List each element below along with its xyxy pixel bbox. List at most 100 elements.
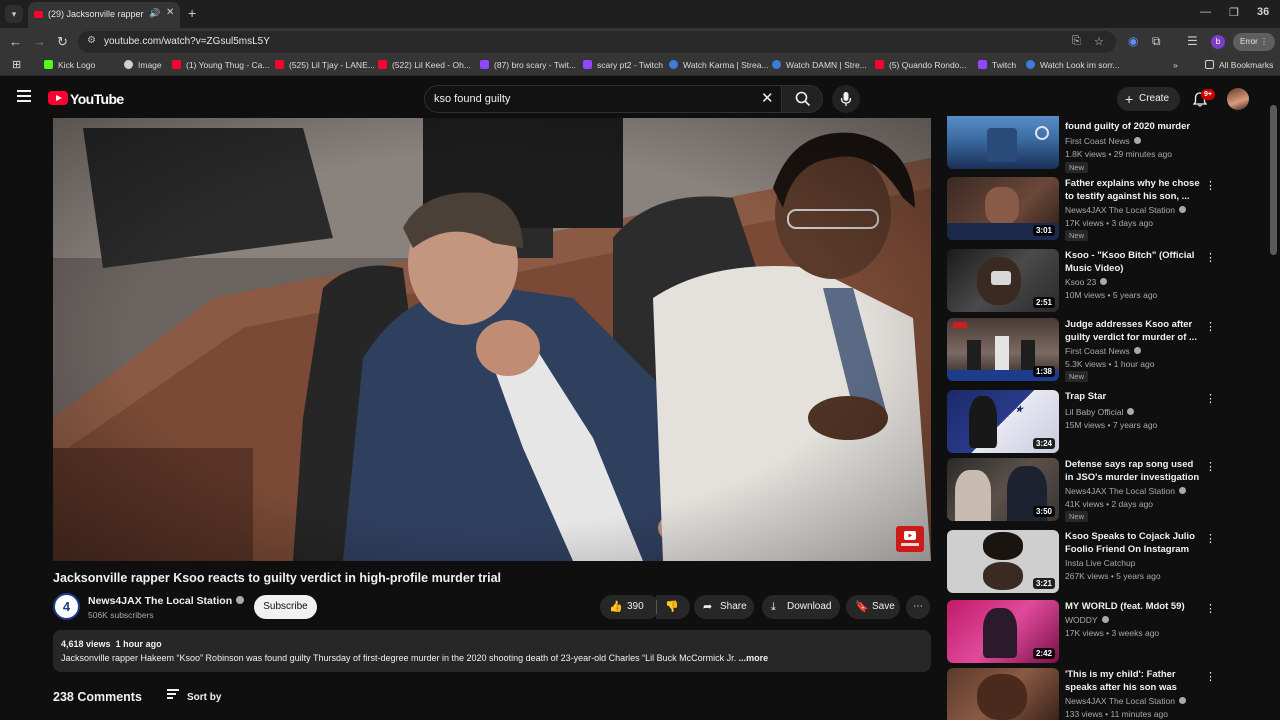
- voice-search-button[interactable]: [832, 85, 860, 113]
- account-avatar[interactable]: [1227, 88, 1249, 110]
- bookmark-item[interactable]: Watch DAMN | Stre...: [772, 60, 867, 70]
- bookmark-item[interactable]: (5) Quando Rondo...: [875, 60, 967, 70]
- bookmark-item[interactable]: Kick Logo: [44, 60, 95, 70]
- recommended-title[interactable]: 'This is my child': Father speaks after …: [1065, 668, 1203, 694]
- bookmark-item[interactable]: (525) Lil Tjay - LANE...: [275, 60, 375, 70]
- recommended-title[interactable]: MY WORLD (feat. Mdot 59): [1065, 600, 1203, 613]
- reload-icon[interactable]: ↻: [57, 34, 68, 50]
- install-app-icon[interactable]: ⎘: [1072, 35, 1081, 48]
- channel-avatar[interactable]: 4: [53, 593, 80, 620]
- new-tab-plus-icon[interactable]: +: [188, 5, 196, 21]
- more-vertical-icon[interactable]: ⋮: [1205, 602, 1216, 615]
- recommended-title[interactable]: Trap Star: [1065, 390, 1203, 403]
- recommended-video[interactable]: found guilty of 2020 murder First Coast …: [947, 116, 1215, 182]
- address-bar[interactable]: ⚙ youtube.com/watch?v=ZGsul5msL5Y ⎘ ☆: [78, 31, 1116, 53]
- speaker-icon[interactable]: 🔊: [149, 8, 160, 19]
- page-scrollbar[interactable]: [1270, 105, 1277, 255]
- video-thumbnail[interactable]: 2:42: [947, 600, 1059, 663]
- recommended-video[interactable]: 'This is my child': Father speaks after …: [947, 668, 1216, 720]
- error-button[interactable]: Error ⋮: [1233, 33, 1275, 51]
- recommended-title[interactable]: Judge addresses Ksoo after guilty verdic…: [1065, 318, 1203, 344]
- bookmark-item[interactable]: Image: [124, 60, 162, 70]
- video-player[interactable]: [53, 118, 931, 561]
- search-query[interactable]: kso found guilty: [434, 93, 510, 105]
- bookmark-item[interactable]: (522) Lil Keed - Oh...: [378, 60, 471, 70]
- extensions-puzzle-icon[interactable]: ⧉: [1152, 34, 1161, 49]
- youtube-logo-icon[interactable]: [48, 91, 68, 105]
- recommended-video[interactable]: 3:01 Father explains why he chose to tes…: [947, 177, 1216, 243]
- description-box[interactable]: 4,618 views 1 hour ago Jacksonville rapp…: [53, 630, 931, 672]
- profile-avatar[interactable]: b: [1211, 35, 1225, 49]
- hamburger-menu-icon[interactable]: [17, 90, 31, 105]
- restore-icon[interactable]: ❐: [1229, 6, 1239, 19]
- subscribe-button[interactable]: Subscribe: [254, 595, 317, 619]
- recommended-channel[interactable]: WODDY: [1065, 615, 1109, 625]
- channel-watermark-subscribe-icon[interactable]: [896, 526, 924, 552]
- more-vertical-icon[interactable]: ⋮: [1205, 179, 1216, 192]
- sort-comments-button[interactable]: Sort by: [167, 689, 221, 703]
- video-thumbnail[interactable]: 1:38: [947, 318, 1059, 381]
- extension-audio-icon[interactable]: ◉: [1128, 34, 1138, 48]
- more-vertical-icon[interactable]: ⋮: [1205, 532, 1216, 545]
- video-thumbnail[interactable]: 3:50: [947, 458, 1059, 521]
- apps-grid-icon[interactable]: ⊞: [12, 58, 21, 71]
- recommended-channel[interactable]: Insta Live Catchup: [1065, 558, 1135, 568]
- bookmarks-overflow-icon[interactable]: »: [1173, 60, 1178, 70]
- channel-name[interactable]: News4JAX The Local Station: [88, 595, 245, 607]
- video-thumbnail[interactable]: 3:21: [947, 530, 1059, 593]
- clear-search-icon[interactable]: ✕: [761, 89, 774, 107]
- recommended-channel[interactable]: First Coast News: [1065, 346, 1141, 356]
- share-button[interactable]: ➦ Share: [694, 595, 754, 619]
- video-thumbnail[interactable]: 2:51: [947, 249, 1059, 312]
- minimize-icon[interactable]: —: [1200, 6, 1211, 18]
- save-button[interactable]: 🔖 Save: [846, 595, 900, 619]
- browser-tab-active[interactable]: (29) Jacksonville rapper Ksoo 🔊 ✕: [28, 2, 180, 28]
- more-vertical-icon[interactable]: ⋮: [1205, 460, 1216, 473]
- recommended-channel[interactable]: Ksoo 23: [1065, 277, 1108, 287]
- bookmark-item[interactable]: (1) Young Thug - Ca...: [172, 60, 269, 70]
- create-button[interactable]: + Create: [1117, 87, 1180, 111]
- bookmark-star-icon[interactable]: ☆: [1094, 35, 1104, 48]
- site-info-icon[interactable]: ⚙: [87, 35, 96, 46]
- recommended-video[interactable]: 2:42 MY WORLD (feat. Mdot 59) WODDY 17K …: [947, 600, 1216, 666]
- bookmark-item[interactable]: (87) bro scary - Twit...: [480, 60, 576, 70]
- bookmark-item[interactable]: Watch Karma | Strea...: [669, 60, 769, 70]
- more-vertical-icon[interactable]: ⋮: [1205, 392, 1216, 405]
- recommended-channel[interactable]: Lil Baby Official: [1065, 407, 1135, 417]
- recommended-title[interactable]: Defense says rap song used in JSO's murd…: [1065, 458, 1203, 484]
- recommended-video[interactable]: 3:50 Defense says rap song used in JSO's…: [947, 458, 1216, 524]
- recommended-video[interactable]: ★ 3:24 Trap Star Lil Baby Official 15M v…: [947, 390, 1216, 456]
- search-button[interactable]: [781, 85, 823, 113]
- bookmark-item[interactable]: scary pt2 - Twitch: [583, 60, 663, 70]
- reading-list-icon[interactable]: ☰: [1187, 34, 1198, 48]
- recommended-video[interactable]: 2:51 Ksoo - "Ksoo Bitch" (Official Music…: [947, 249, 1216, 315]
- url-text[interactable]: youtube.com/watch?v=ZGsul5msL5Y: [104, 36, 270, 47]
- recommended-title[interactable]: Ksoo Speaks to Cojack Julio Foolio Frien…: [1065, 530, 1203, 556]
- video-thumbnail[interactable]: [947, 116, 1059, 169]
- recommended-title[interactable]: found guilty of 2020 murder: [1065, 120, 1203, 133]
- recommended-channel[interactable]: First Coast News: [1065, 136, 1141, 146]
- dislike-button[interactable]: 👎: [656, 595, 690, 619]
- more-vertical-icon[interactable]: ⋮: [1205, 320, 1216, 333]
- recommended-channel[interactable]: News4JAX The Local Station: [1065, 696, 1186, 706]
- recommended-title[interactable]: Ksoo - "Ksoo Bitch" (Official Music Vide…: [1065, 249, 1203, 275]
- tab-search-button[interactable]: ▾: [5, 5, 23, 23]
- like-button[interactable]: 👍 390: [600, 595, 660, 619]
- back-arrow-icon[interactable]: ←: [9, 34, 22, 49]
- recommended-video[interactable]: 1:38 Judge addresses Ksoo after guilty v…: [947, 318, 1216, 384]
- tab-close-icon[interactable]: ✕: [166, 7, 174, 18]
- video-thumbnail[interactable]: [947, 668, 1059, 720]
- recommended-channel[interactable]: News4JAX The Local Station: [1065, 205, 1186, 215]
- all-bookmarks-folder[interactable]: All Bookmarks: [1205, 60, 1273, 70]
- bookmark-item[interactable]: Twitch: [978, 60, 1016, 70]
- video-thumbnail[interactable]: 3:01: [947, 177, 1059, 240]
- show-more-link[interactable]: ...more: [739, 653, 769, 663]
- forward-arrow-icon[interactable]: →: [33, 34, 46, 49]
- more-vertical-icon[interactable]: ⋮: [1205, 670, 1216, 683]
- channel-name-text[interactable]: News4JAX The Local Station: [88, 595, 232, 607]
- recommended-title[interactable]: Father explains why he chose to testify …: [1065, 177, 1203, 203]
- recommended-channel[interactable]: News4JAX The Local Station: [1065, 486, 1186, 496]
- search-input[interactable]: kso found guilty ✕: [424, 85, 782, 113]
- video-thumbnail[interactable]: ★ 3:24: [947, 390, 1059, 453]
- more-actions-button[interactable]: ⋯: [906, 595, 930, 619]
